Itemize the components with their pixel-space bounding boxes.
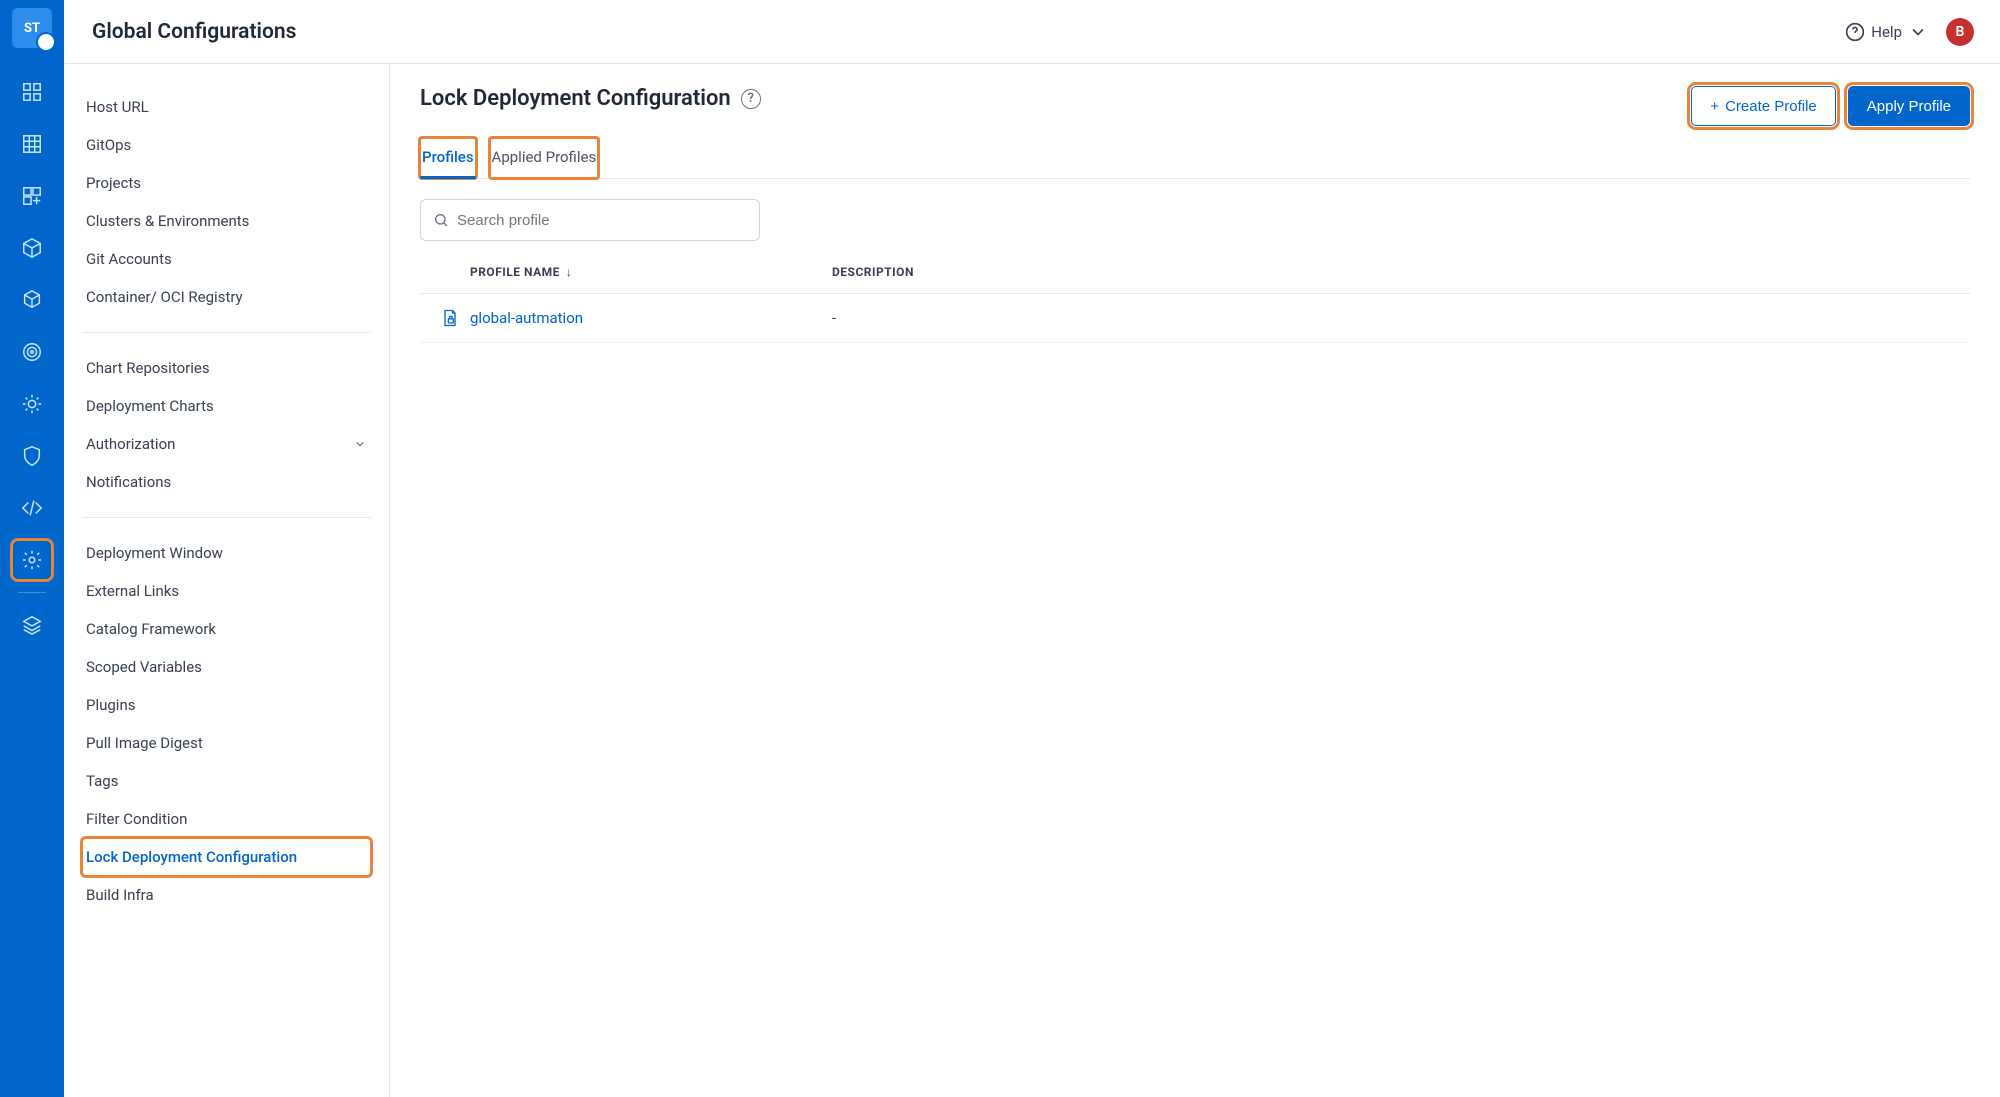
top-bar: Global Configurations Help B <box>64 0 2000 64</box>
column-description[interactable]: DESCRIPTION <box>832 265 1970 279</box>
apply-profile-button[interactable]: Apply Profile <box>1848 86 1970 126</box>
sidebar-item-scoped-variables[interactable]: Scoped Variables <box>82 648 371 686</box>
sidebar-item-label: Chart Repositories <box>86 359 210 377</box>
tab-profiles[interactable]: Profiles <box>420 138 476 178</box>
sidebar-item-label: Host URL <box>86 98 149 116</box>
help-icon <box>1845 22 1865 42</box>
sidebar-item-label: GitOps <box>86 136 131 154</box>
tab-applied-profiles[interactable]: Applied Profiles <box>490 138 599 178</box>
left-nav-rail: ST <box>0 0 64 1097</box>
sidebar-item-label: Filter Condition <box>86 810 187 828</box>
profile-desc: - <box>832 309 1970 327</box>
info-icon[interactable]: ? <box>741 89 761 109</box>
sidebar-item-label: Deployment Charts <box>86 397 214 415</box>
nav-layers-icon[interactable] <box>12 605 52 645</box>
plus-icon: + <box>1710 98 1719 115</box>
search-profile-input-wrap[interactable] <box>420 199 760 241</box>
nav-grid-icon[interactable] <box>12 124 52 164</box>
nav-package-icon[interactable] <box>12 228 52 268</box>
sidebar-item-container-oci-registry[interactable]: Container/ OCI Registry <box>82 278 371 316</box>
sidebar-item-label: Pull Image Digest <box>86 734 203 752</box>
sidebar-item-label: Build Infra <box>86 886 154 904</box>
page-title: Global Configurations <box>92 20 296 44</box>
sidebar-item-label: Tags <box>86 772 118 790</box>
sidebar-item-tags[interactable]: Tags <box>82 762 371 800</box>
sort-arrow-down-icon: ↓ <box>566 265 573 279</box>
table-header: PROFILE NAME ↓ DESCRIPTION <box>420 251 1970 294</box>
nav-shield-icon[interactable] <box>12 436 52 476</box>
content-area: Lock Deployment Configuration ? + Create… <box>390 64 2000 1097</box>
sidebar-item-label: Clusters & Environments <box>86 212 249 230</box>
sidebar-item-build-infra[interactable]: Build Infra <box>82 876 371 914</box>
sidebar-item-label: External Links <box>86 582 179 600</box>
nav-settings-icon[interactable] <box>12 540 52 580</box>
sidebar-item-lock-deployment-configuration[interactable]: Lock Deployment Configuration <box>82 838 371 876</box>
profile-rows: global-autmation - <box>420 294 1970 343</box>
sidebar-item-external-links[interactable]: External Links <box>82 572 371 610</box>
sidebar-divider <box>82 332 371 333</box>
sidebar-item-label: Catalog Framework <box>86 620 216 638</box>
sidebar-item-git-accounts[interactable]: Git Accounts <box>82 240 371 278</box>
sidebar-item-label: Authorization <box>86 435 175 453</box>
sidebar-item-chart-repositories[interactable]: Chart Repositories <box>82 349 371 387</box>
profile-name-link[interactable]: global-autmation <box>470 309 583 327</box>
sidebar-item-label: Deployment Window <box>86 544 223 562</box>
sidebar-divider <box>82 517 371 518</box>
nav-divider <box>18 592 46 593</box>
sidebar-item-label: Scoped Variables <box>86 658 202 676</box>
sidebar-item-deployment-window[interactable]: Deployment Window <box>82 534 371 572</box>
sidebar-item-host-url[interactable]: Host URL <box>82 88 371 126</box>
content-title: Lock Deployment Configuration ? <box>420 86 761 111</box>
sidebar-item-label: Notifications <box>86 473 171 491</box>
nav-apps-icon[interactable] <box>12 176 52 216</box>
chevron-down-icon <box>353 437 367 451</box>
sidebar-item-filter-condition[interactable]: Filter Condition <box>82 800 371 838</box>
sidebar-item-catalog-framework[interactable]: Catalog Framework <box>82 610 371 648</box>
sidebar-item-label: Plugins <box>86 696 135 714</box>
sidebar-item-pull-image-digest[interactable]: Pull Image Digest <box>82 724 371 762</box>
sidebar-item-notifications[interactable]: Notifications <box>82 463 371 501</box>
help-label: Help <box>1871 23 1902 41</box>
nav-sun-icon[interactable] <box>12 384 52 424</box>
create-profile-button[interactable]: + Create Profile <box>1691 86 1835 126</box>
profile-lock-icon <box>430 308 470 328</box>
search-icon <box>433 212 449 228</box>
config-sidebar: Host URL GitOps Projects Clusters & Environ… <box>64 64 390 1097</box>
sidebar-item-gitops[interactable]: GitOps <box>82 126 371 164</box>
sidebar-item-projects[interactable]: Projects <box>82 164 371 202</box>
help-menu[interactable]: Help <box>1845 22 1928 42</box>
table-row: global-autmation - <box>420 294 1970 343</box>
chevron-down-icon <box>1908 22 1928 42</box>
create-profile-label: Create Profile <box>1725 98 1817 115</box>
apply-profile-label: Apply Profile <box>1867 98 1951 115</box>
content-title-text: Lock Deployment Configuration <box>420 86 731 111</box>
product-logo[interactable]: ST <box>12 8 52 48</box>
sidebar-item-deployment-charts[interactable]: Deployment Charts <box>82 387 371 425</box>
search-profile-input[interactable] <box>457 212 747 229</box>
nav-cube-icon[interactable] <box>12 280 52 320</box>
sidebar-item-label: Git Accounts <box>86 250 172 268</box>
sidebar-item-clusters-environments[interactable]: Clusters & Environments <box>82 202 371 240</box>
user-avatar[interactable]: B <box>1946 18 1974 46</box>
sidebar-item-authorization[interactable]: Authorization <box>82 425 371 463</box>
column-desc-label: DESCRIPTION <box>832 265 914 279</box>
sidebar-item-label: Lock Deployment Configuration <box>86 848 297 866</box>
column-name-label: PROFILE NAME <box>470 265 560 279</box>
sidebar-item-label: Container/ OCI Registry <box>86 288 243 306</box>
sidebar-item-label: Projects <box>86 174 141 192</box>
tabs: Profiles Applied Profiles <box>420 138 1970 179</box>
column-profile-name[interactable]: PROFILE NAME ↓ <box>470 265 832 279</box>
nav-target-icon[interactable] <box>12 332 52 372</box>
nav-dashboard-icon[interactable] <box>12 72 52 112</box>
nav-code-icon[interactable] <box>12 488 52 528</box>
sidebar-item-plugins[interactable]: Plugins <box>82 686 371 724</box>
